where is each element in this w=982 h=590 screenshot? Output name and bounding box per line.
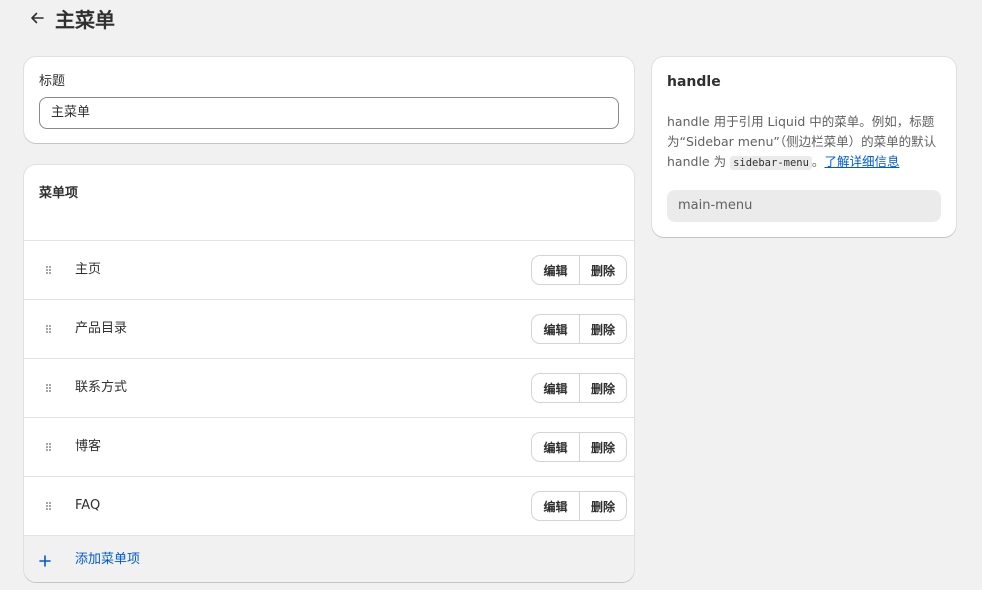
page-title: 主菜单 xyxy=(55,7,115,32)
edit-button[interactable]: 编辑 xyxy=(532,315,579,343)
arrow-left-icon xyxy=(31,12,44,24)
add-menu-item-button[interactable]: 添加菜单项 xyxy=(24,535,634,582)
edit-button[interactable]: 编辑 xyxy=(532,433,579,461)
add-menu-item-label: 添加菜单项 xyxy=(75,552,141,567)
handle-desc-end: 。 xyxy=(811,154,825,169)
list-item: 博客 编辑 删除 xyxy=(24,417,634,476)
list-item: 主页 编辑 删除 xyxy=(24,240,634,299)
menu-items-card: 菜单项 主页 编辑 删除 产品目录 编辑 删除 联系方式 编辑 删除 博客 编辑… xyxy=(24,165,634,582)
learn-more-link[interactable]: 了解详细信息 xyxy=(824,154,899,169)
menu-item-label[interactable]: FAQ xyxy=(75,497,100,515)
drag-handle-icon[interactable] xyxy=(44,498,54,512)
back-button[interactable] xyxy=(26,7,48,29)
item-actions: 编辑 删除 xyxy=(532,492,626,520)
drag-handle-icon[interactable] xyxy=(44,321,54,335)
list-item: 联系方式 编辑 删除 xyxy=(24,358,634,417)
delete-button[interactable]: 删除 xyxy=(579,492,626,520)
title-field-label: 标题 xyxy=(39,74,66,89)
edit-button[interactable]: 编辑 xyxy=(532,256,579,284)
edit-button[interactable]: 编辑 xyxy=(532,492,579,520)
handle-input[interactable]: main-menu xyxy=(667,190,941,222)
delete-button[interactable]: 删除 xyxy=(579,374,626,402)
drag-handle-icon[interactable] xyxy=(44,262,54,276)
list-item: 产品目录 编辑 删除 xyxy=(24,299,634,358)
handle-card: handle handle 用于引用 Liquid 中的菜单。例如，标题为“Si… xyxy=(652,57,956,237)
menu-item-label[interactable]: 主页 xyxy=(75,261,101,279)
item-actions: 编辑 删除 xyxy=(532,374,626,402)
delete-button[interactable]: 删除 xyxy=(579,256,626,284)
edit-button[interactable]: 编辑 xyxy=(532,374,579,402)
delete-button[interactable]: 删除 xyxy=(579,433,626,461)
menu-item-label[interactable]: 博客 xyxy=(75,438,101,456)
handle-description: handle 用于引用 Liquid 中的菜单。例如，标题为“Sidebar m… xyxy=(667,112,943,173)
handle-example-code: sidebar-menu xyxy=(730,156,812,170)
delete-button[interactable]: 删除 xyxy=(579,315,626,343)
menu-item-label[interactable]: 产品目录 xyxy=(75,320,127,338)
menu-item-label[interactable]: 联系方式 xyxy=(75,379,127,397)
menu-items-heading: 菜单项 xyxy=(39,186,79,201)
item-actions: 编辑 删除 xyxy=(532,256,626,284)
page: 主菜单 标题 主菜单 菜单项 主页 编辑 删除 产品目录 编辑 删除 联系方式 … xyxy=(0,0,982,590)
plus-icon xyxy=(38,553,52,567)
menu-items-list: 主页 编辑 删除 产品目录 编辑 删除 联系方式 编辑 删除 博客 编辑 删除 … xyxy=(24,240,634,535)
drag-handle-icon[interactable] xyxy=(44,380,54,394)
title-input[interactable]: 主菜单 xyxy=(39,97,619,129)
item-actions: 编辑 删除 xyxy=(532,315,626,343)
item-actions: 编辑 删除 xyxy=(532,433,626,461)
list-item: FAQ 编辑 删除 xyxy=(24,476,634,535)
title-card: 标题 主菜单 xyxy=(24,57,634,143)
page-header: 主菜单 xyxy=(26,4,115,32)
handle-heading: handle xyxy=(667,74,721,90)
drag-handle-icon[interactable] xyxy=(44,439,54,453)
